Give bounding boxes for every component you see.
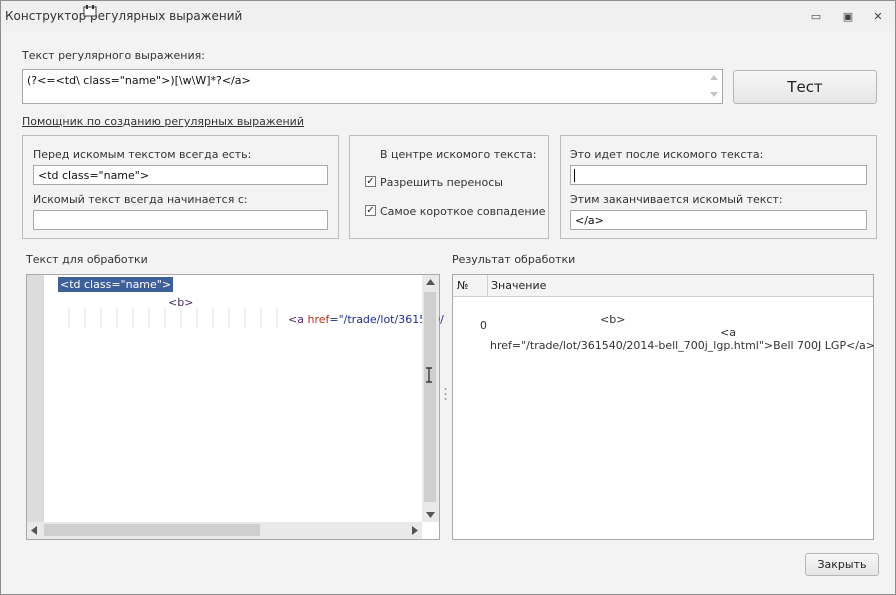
after-label: Это идет после искомого текста: xyxy=(570,148,764,161)
scroll-down-icon[interactable] xyxy=(426,512,435,518)
indent-guides xyxy=(68,308,278,328)
scroll-left-icon[interactable] xyxy=(31,526,37,535)
test-button[interactable]: Тест xyxy=(733,70,877,104)
regex-value: (?<=<td\ class="name">)[\w\W]*?</a> xyxy=(27,74,251,87)
editor-gutter xyxy=(27,275,44,522)
column-divider xyxy=(487,275,488,296)
starts-with-label: Искомый текст всегда начинается с: xyxy=(33,193,248,206)
source-line-3: <a href="/trade/lot/361540/ xyxy=(288,313,444,326)
source-vertical-scrollbar[interactable] xyxy=(422,275,439,522)
close-button[interactable]: Закрыть xyxy=(805,553,879,576)
title-bar: Конструктор регулярных выражений ▭ ▣ ✕ xyxy=(1,1,895,31)
regex-scroll-arrows[interactable] xyxy=(709,73,719,99)
text-cursor-icon xyxy=(426,367,432,383)
source-line-1: <td class="name"> xyxy=(58,277,174,292)
after-input[interactable] xyxy=(570,165,867,185)
source-line-3-tag: <a xyxy=(288,313,308,326)
vertical-scroll-thumb[interactable] xyxy=(424,292,436,502)
scroll-up-icon[interactable] xyxy=(426,279,435,285)
close-window-button[interactable]: ✕ xyxy=(869,10,887,24)
window-title: Конструктор регулярных выражений xyxy=(5,9,243,23)
shortest-label: Самое короткое совпадение xyxy=(380,205,546,218)
scroll-right-icon[interactable] xyxy=(412,526,418,535)
text-caret xyxy=(574,169,575,182)
source-label: Текст для обработки xyxy=(26,253,148,266)
allow-wrap-checkbox[interactable]: ✓ xyxy=(365,176,376,187)
result-grid-header: № Значение xyxy=(453,275,873,297)
result-grid[interactable]: № Значение 0 <b> <a href="/trade/lot/361… xyxy=(452,274,875,540)
center-title: В центре искомого текста: xyxy=(380,148,537,161)
maximize-button[interactable]: ▣ xyxy=(839,10,857,24)
source-horizontal-scrollbar[interactable] xyxy=(27,522,422,539)
splitter-handle[interactable] xyxy=(444,387,447,401)
horizontal-scroll-thumb[interactable] xyxy=(44,524,260,536)
result-value-line-2: <a xyxy=(720,326,736,339)
ends-with-input[interactable]: </a> xyxy=(570,210,867,230)
ends-with-label: Этим заканчивается искомый текст: xyxy=(570,193,783,206)
before-input[interactable]: <td class="name"> xyxy=(33,165,328,185)
before-label: Перед искомым текстом всегда есть: xyxy=(33,148,252,161)
column-header-number[interactable]: № xyxy=(457,279,468,292)
minimize-button[interactable]: ▭ xyxy=(807,10,825,24)
regex-label: Текст регулярного выражения: xyxy=(22,49,205,62)
result-label: Результат обработки xyxy=(452,253,576,266)
result-row-number: 0 xyxy=(480,319,487,332)
app-icon xyxy=(83,5,97,17)
helper-link[interactable]: Помощник по созданию регулярных выражени… xyxy=(22,115,304,128)
shortest-checkbox[interactable]: ✓ xyxy=(365,205,376,216)
starts-with-input[interactable] xyxy=(33,210,328,230)
result-row[interactable]: 0 <b> <a href="/trade/lot/361540/2014-be… xyxy=(453,297,875,357)
regex-input[interactable]: (?<=<td\ class="name">)[\w\W]*?</a> xyxy=(22,69,723,104)
result-value-line-3: href="/trade/lot/361540/2014-bell_700j_l… xyxy=(490,339,875,352)
source-line-3-attr: href xyxy=(307,313,330,326)
result-value-line-1: <b> xyxy=(600,313,626,326)
regex-builder-window: Конструктор регулярных выражений ▭ ▣ ✕ Т… xyxy=(0,0,896,595)
source-editor[interactable]: <td class="name"> <b> <a href="/trade/lo… xyxy=(26,274,444,540)
column-header-value[interactable]: Значение xyxy=(491,279,546,292)
allow-wrap-label: Разрешить переносы xyxy=(380,176,503,189)
